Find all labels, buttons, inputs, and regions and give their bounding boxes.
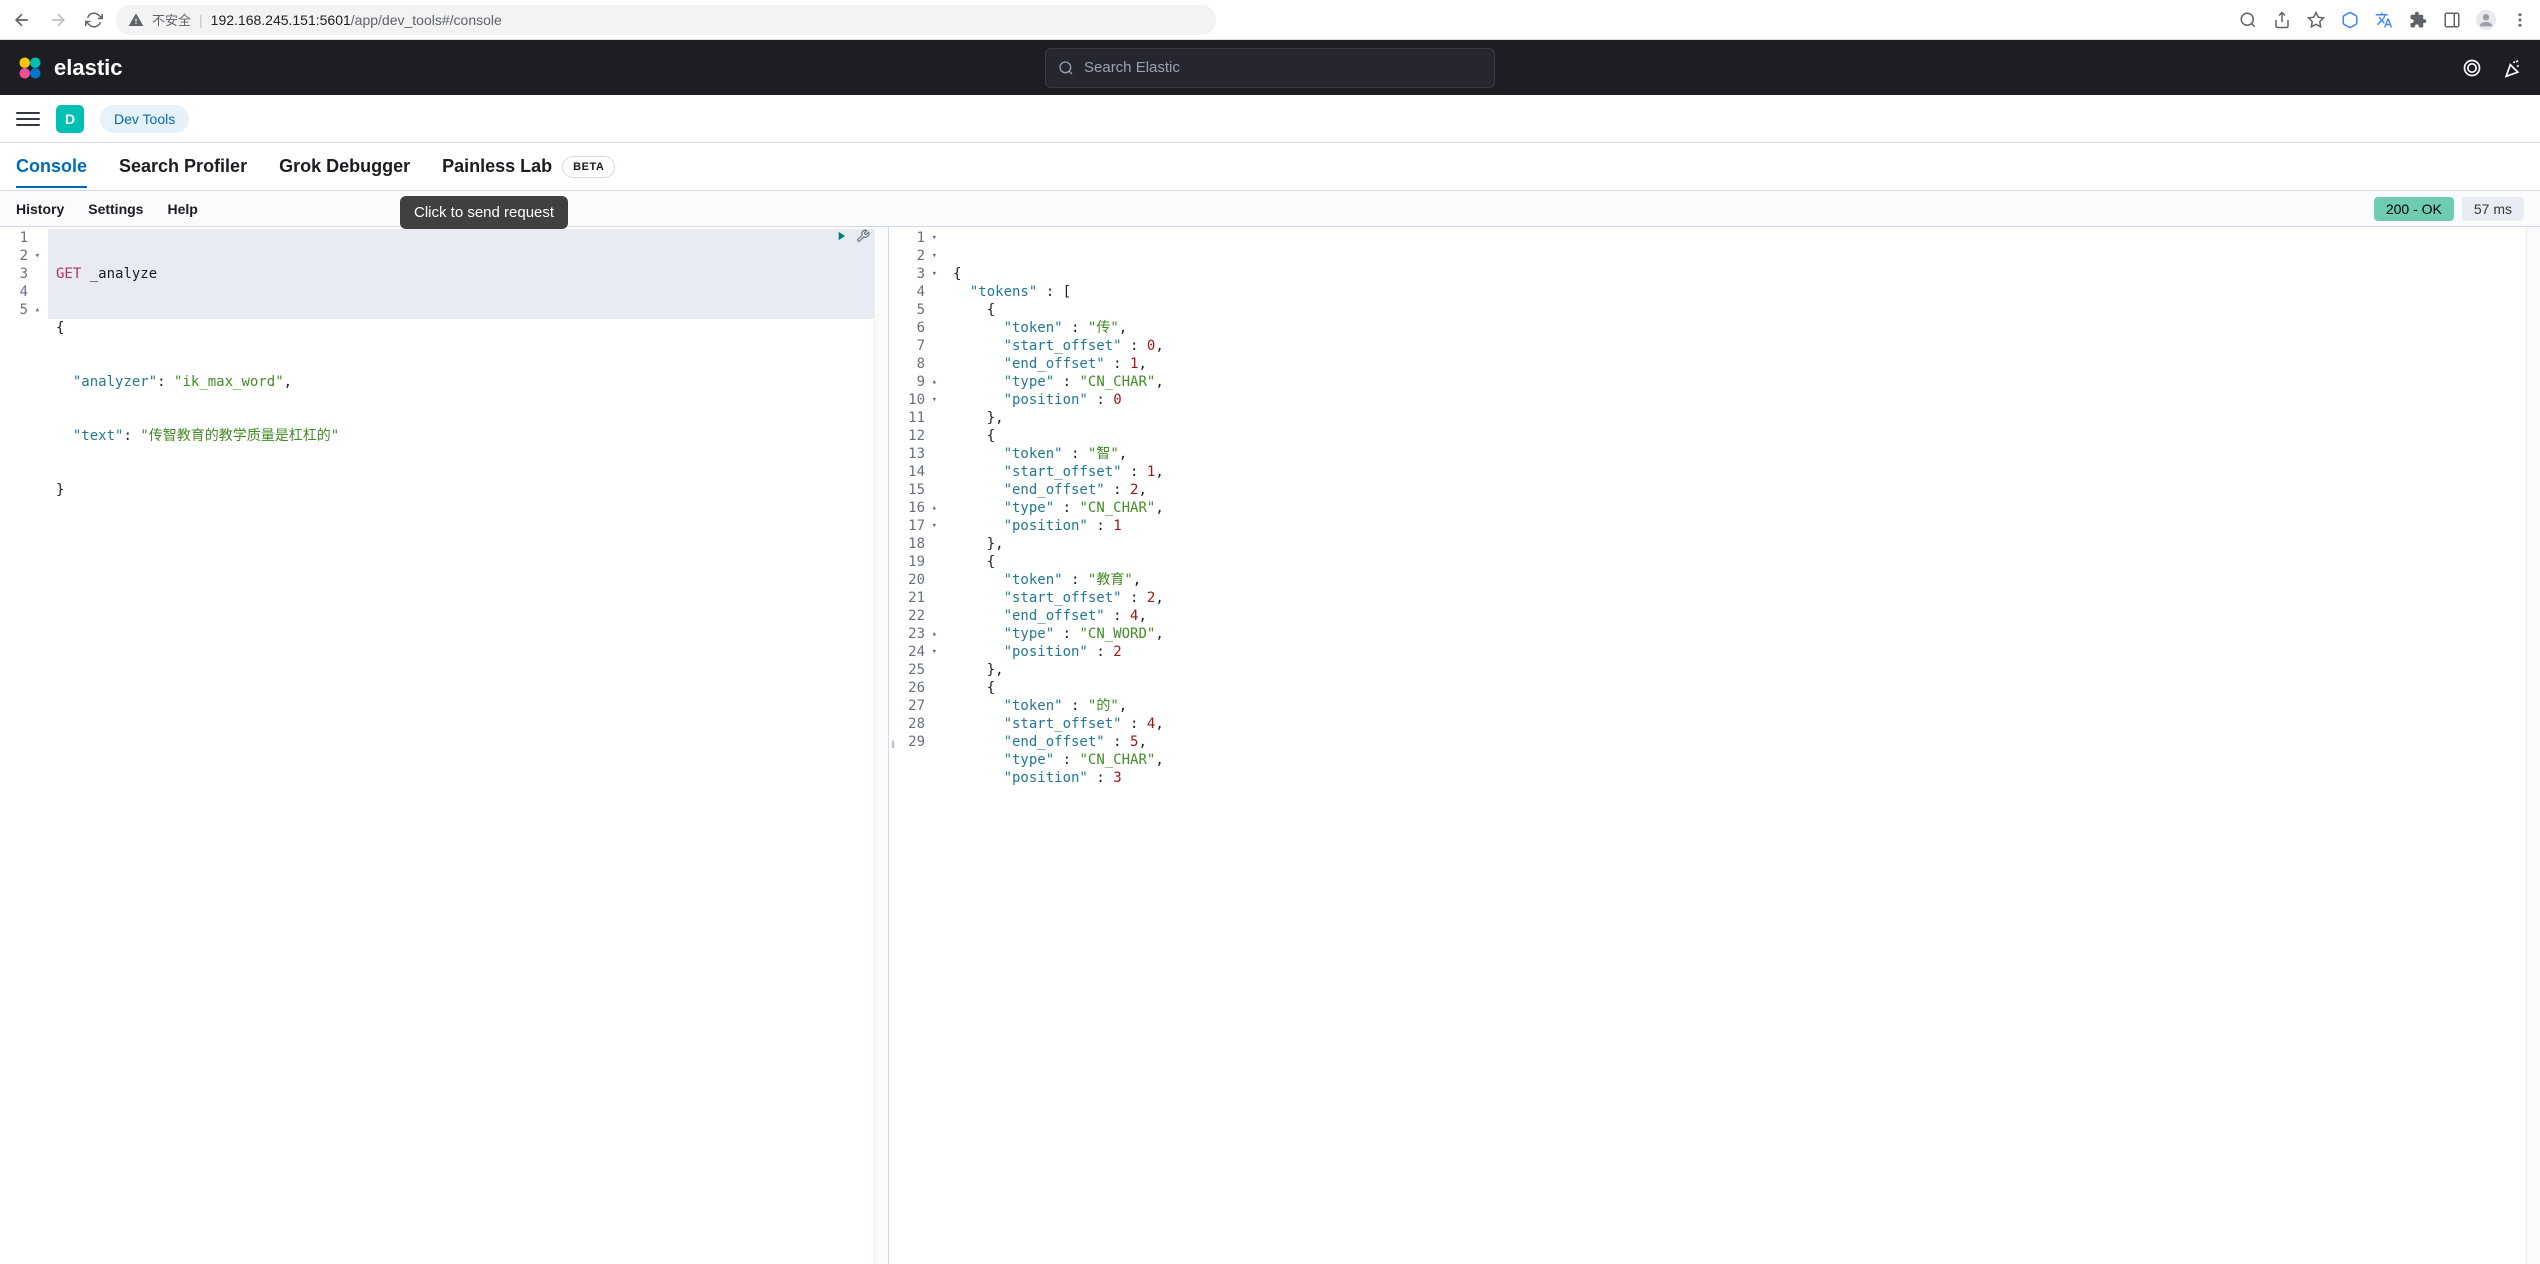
help-link[interactable]: Help [167, 201, 197, 217]
beta-badge: BETA [562, 156, 615, 178]
sidepanel-button[interactable] [2440, 8, 2464, 32]
address-bar[interactable]: 不安全 | 192.168.245.151:5601/app/dev_tools… [116, 5, 1216, 35]
response-pane[interactable]: 1▾2▾3▾456789▴10▾111213141516▴17▾18192021… [897, 227, 2540, 1264]
back-button[interactable] [8, 6, 36, 34]
response-scrollbar[interactable] [2526, 227, 2540, 1264]
cube-icon [2341, 11, 2359, 29]
zoom-button[interactable] [2236, 8, 2260, 32]
url-text: 192.168.245.151:5601/app/dev_tools#/cons… [211, 12, 502, 28]
request-actions [834, 229, 870, 246]
translate-button[interactable] [2372, 8, 2396, 32]
panel-icon [2443, 11, 2461, 29]
celebrate-button[interactable] [2500, 56, 2524, 80]
browser-actions [2236, 8, 2532, 32]
elastic-brand-text: elastic [54, 55, 123, 81]
app-nav: D Dev Tools [0, 95, 2540, 143]
elastic-logo-icon [16, 54, 44, 82]
extensions-button[interactable] [2406, 8, 2430, 32]
wrench-icon [856, 229, 870, 243]
status-code-badge: 200 - OK [2374, 197, 2454, 221]
circle-action-button[interactable] [2460, 56, 2484, 80]
send-request-button[interactable] [834, 229, 848, 246]
reload-icon [85, 11, 103, 29]
circle-icon [2462, 58, 2482, 78]
status-time-badge: 57 ms [2462, 197, 2524, 221]
zoom-icon [2239, 11, 2257, 29]
global-search-input[interactable] [1084, 59, 1482, 76]
space-selector[interactable]: D [56, 105, 84, 133]
warning-icon [128, 12, 144, 28]
request-scrollbar[interactable] [874, 227, 888, 1264]
browser-toolbar: 不安全 | 192.168.245.151:5601/app/dev_tools… [0, 0, 2540, 40]
elastic-logo[interactable]: elastic [16, 54, 123, 82]
tab-painless-lab[interactable]: Painless Lab [442, 146, 552, 187]
request-gutter: 1 2▾ 3 4 5▴ [0, 227, 48, 1264]
profile-button[interactable] [2474, 8, 2498, 32]
elastic-header: elastic [0, 40, 2540, 95]
tab-search-profiler[interactable]: Search Profiler [119, 146, 247, 187]
request-pane[interactable]: 1 2▾ 3 4 5▴ GET _analyze { "analyzer": "… [0, 227, 889, 1264]
response-viewer[interactable]: { "tokens" : [ { "token" : "传", "start_o… [945, 227, 2540, 1264]
settings-link[interactable]: Settings [88, 201, 143, 217]
response-gutter: 1▾2▾3▾456789▴10▾111213141516▴17▾18192021… [897, 227, 945, 1264]
request-editor[interactable]: GET _analyze { "analyzer": "ik_max_word"… [48, 227, 888, 1264]
play-icon [834, 229, 848, 243]
star-icon [2307, 11, 2325, 29]
arrow-left-icon [12, 10, 32, 30]
puzzle-icon [2409, 11, 2427, 29]
tab-grok-debugger[interactable]: Grok Debugger [279, 146, 410, 187]
tab-console[interactable]: Console [16, 146, 87, 187]
request-options-button[interactable] [856, 229, 870, 246]
extension-cube-button[interactable] [2338, 8, 2362, 32]
user-icon [2475, 9, 2497, 31]
header-actions [2460, 56, 2524, 80]
pane-splitter[interactable]: ‖ [889, 227, 897, 1264]
send-request-tooltip: Click to send request [400, 196, 568, 229]
share-icon [2273, 11, 2291, 29]
reload-button[interactable] [80, 6, 108, 34]
forward-button[interactable] [44, 6, 72, 34]
search-icon [1058, 60, 1074, 76]
nav-toggle[interactable] [16, 107, 40, 131]
dots-vertical-icon [2511, 11, 2529, 29]
editor-container: 1 2▾ 3 4 5▴ GET _analyze { "analyzer": "… [0, 227, 2540, 1264]
arrow-right-icon [48, 10, 68, 30]
global-search[interactable] [1045, 48, 1495, 88]
bookmark-button[interactable] [2304, 8, 2328, 32]
menu-button[interactable] [2508, 8, 2532, 32]
share-button[interactable] [2270, 8, 2294, 32]
breadcrumb-devtools[interactable]: Dev Tools [100, 105, 189, 133]
translate-icon [2375, 11, 2393, 29]
tabs-bar: Console Search Profiler Grok Debugger Pa… [0, 143, 2540, 191]
console-toolbar: History Settings Help 200 - OK 57 ms [0, 191, 2540, 227]
party-icon [2502, 58, 2522, 78]
history-link[interactable]: History [16, 201, 64, 217]
insecure-label: 不安全 [152, 10, 191, 29]
